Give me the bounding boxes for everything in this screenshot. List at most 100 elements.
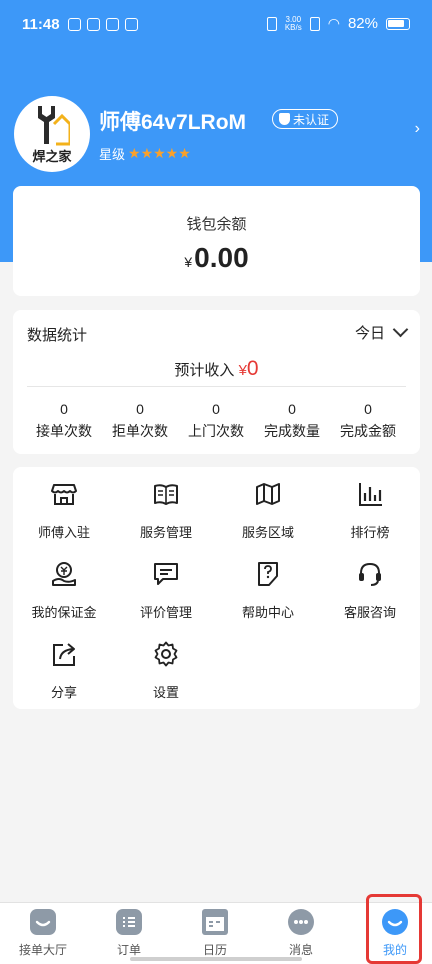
notification-icon — [106, 18, 119, 31]
battery-icon — [386, 17, 410, 30]
home-indicator[interactable] — [130, 957, 302, 961]
period-label: 今日 — [354, 325, 385, 342]
stat-item: 0 完成金额 — [330, 401, 406, 441]
income-label: 预计收入 — [174, 362, 235, 379]
menu-item-help[interactable]: 帮助中心 — [217, 561, 319, 621]
menu-label: 服务管理 — [139, 525, 192, 540]
menu-item-settings[interactable]: 设置 — [115, 641, 217, 701]
status-time: 11:48 — [22, 16, 60, 33]
calendar-icon — [202, 909, 228, 935]
stat-label: 拒单次数 — [112, 423, 168, 439]
share-icon — [53, 643, 75, 666]
menu-label: 分享 — [50, 685, 77, 700]
comment-icon — [154, 563, 178, 585]
stat-value: 0 — [60, 401, 68, 417]
notification-icon — [125, 18, 138, 31]
wifi-icon: ◠ — [327, 15, 340, 31]
network-speed-unit: KB/s — [284, 22, 302, 32]
expected-income: 预计收入 ¥0 — [13, 357, 420, 381]
deposit-icon — [52, 562, 76, 586]
stat-label: 完成数量 — [264, 423, 320, 439]
message-icon — [288, 909, 314, 935]
income-currency: ¥ — [238, 362, 247, 379]
rating-label: 星级 — [99, 147, 126, 162]
verify-badge-label: 未认证 — [293, 112, 330, 127]
menu-label: 服务区域 — [241, 525, 294, 540]
menu-item-customer-service[interactable]: 客服咨询 — [319, 561, 421, 621]
stat-label: 完成金额 — [340, 423, 396, 439]
nav-label: 日历 — [202, 943, 227, 957]
wallet-card[interactable]: 钱包余额 ¥ 0.00 — [13, 186, 420, 296]
vibrate-icon — [266, 16, 277, 31]
menu-label: 设置 — [152, 685, 179, 700]
headset-icon — [359, 562, 381, 586]
stats-columns: 0 接单次数 0 拒单次数 0 上门次数 0 完成数量 0 完成金额 — [13, 401, 420, 441]
menu-label: 师傅入驻 — [37, 525, 90, 540]
settings-icon — [154, 641, 178, 667]
menu-item-reviews[interactable]: 评价管理 — [115, 561, 217, 621]
avatar[interactable]: 焊之家 — [14, 96, 90, 172]
menu-label: 我的保证金 — [31, 605, 97, 620]
wallet-currency: ¥ — [184, 254, 193, 270]
order-icon — [116, 909, 142, 935]
welding-logo-icon — [38, 106, 70, 146]
nav-item-orders[interactable]: 订单 — [86, 909, 172, 958]
sim-icon — [309, 16, 320, 31]
help-icon — [258, 562, 278, 586]
bar-chart-icon — [359, 483, 382, 506]
wallet-label: 钱包余额 — [186, 216, 247, 233]
shield-icon — [279, 113, 290, 125]
menu-label: 排行榜 — [350, 525, 390, 540]
menu-label: 客服咨询 — [343, 605, 396, 620]
map-icon — [256, 483, 280, 505]
stat-value: 0 — [136, 401, 144, 417]
nav-item-hall[interactable]: 接单大厅 — [0, 909, 86, 958]
menu-label: 帮助中心 — [241, 605, 294, 620]
notification-icon — [87, 18, 100, 31]
stat-value: 0 — [212, 401, 220, 417]
nav-label: 消息 — [288, 943, 313, 957]
menu-item-service-area[interactable]: 服务区域 — [217, 481, 319, 541]
stats-title: 数据统计 — [27, 327, 88, 344]
notification-icons — [68, 18, 138, 31]
book-icon — [154, 484, 178, 505]
stat-label: 上门次数 — [188, 423, 244, 439]
stat-value: 0 — [364, 401, 372, 417]
function-menu: 师傅入驻 服务管理 服务区域 排行榜 我的保证金 评价管理 帮助中心 客服咨询 … — [13, 467, 420, 709]
chevron-down-icon — [392, 321, 409, 338]
wallet-amount: 0.00 — [194, 242, 249, 273]
menu-item-share[interactable]: 分享 — [13, 641, 115, 701]
verify-badge[interactable]: 未认证 — [272, 109, 339, 129]
income-value: 0 — [246, 357, 259, 380]
battery-percent: 82% — [347, 15, 378, 32]
menu-label: 评价管理 — [139, 605, 192, 620]
nav-item-messages[interactable]: 消息 — [258, 909, 344, 958]
menu-item-join[interactable]: 师傅入驻 — [13, 481, 115, 541]
nav-label: 接单大厅 — [18, 943, 67, 957]
stat-item: 0 完成数量 — [254, 401, 330, 441]
nav-item-calendar[interactable]: 日历 — [172, 909, 258, 958]
stat-label: 接单次数 — [36, 423, 92, 439]
menu-item-ranking[interactable]: 排行榜 — [319, 481, 421, 541]
stat-item: 0 上门次数 — [178, 401, 254, 441]
divider — [27, 386, 406, 387]
stat-item: 0 接单次数 — [26, 401, 102, 441]
wallet-balance: ¥ 0.00 — [13, 242, 420, 274]
stat-value: 0 — [288, 401, 296, 417]
rating-stars: ★★★★★ — [128, 145, 191, 161]
avatar-brand-text: 焊之家 — [32, 149, 72, 164]
active-tab-highlight — [366, 894, 422, 964]
chevron-right-icon[interactable]: › — [415, 120, 420, 138]
storefront-icon — [51, 484, 77, 505]
menu-item-deposit[interactable]: 我的保证金 — [13, 561, 115, 621]
notification-icon — [68, 18, 81, 31]
menu-item-service-manage[interactable]: 服务管理 — [115, 481, 217, 541]
rating-row: 星级 ★★★★★ — [99, 144, 191, 163]
nav-label: 订单 — [116, 943, 141, 957]
status-bar: 11:48 3.00 KB/s ◠ 82% — [0, 0, 432, 50]
network-speed: 3.00 KB/s — [284, 15, 302, 32]
period-selector[interactable]: 今日 — [354, 321, 409, 343]
stats-card: 数据统计 今日 预计收入 ¥0 0 接单次数 0 拒单次数 0 上门次数 0 完… — [13, 310, 420, 454]
hall-icon — [30, 909, 56, 935]
username: 师傅64v7LRoM — [99, 111, 247, 134]
